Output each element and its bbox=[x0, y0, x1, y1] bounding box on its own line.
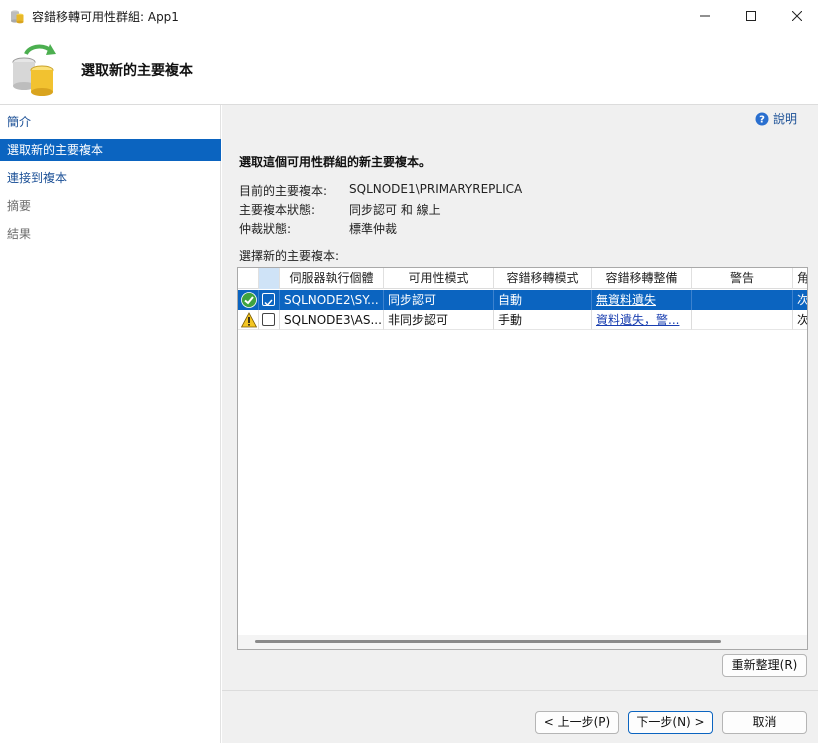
primary-state-label: 主要複本狀態: bbox=[239, 203, 316, 217]
help-link[interactable]: ? 說明 bbox=[755, 110, 797, 127]
column-header-failover-mode[interactable]: 容錯移轉模式 bbox=[494, 268, 592, 289]
nav-item-introduction[interactable]: 簡介 bbox=[0, 111, 221, 133]
page-title: 選取新的主要複本 bbox=[81, 63, 193, 79]
failover-mode-cell: 自動 bbox=[494, 290, 592, 310]
warning-cell bbox=[692, 290, 793, 310]
availability-cell: 非同步認可 bbox=[384, 310, 494, 330]
close-button[interactable] bbox=[774, 0, 818, 32]
close-icon bbox=[792, 11, 802, 21]
back-button[interactable]: < 上一步(P) bbox=[535, 711, 619, 734]
nav-item-summary: 摘要 bbox=[7, 199, 32, 213]
table-row[interactable]: SQLNODE2\SY... 同步認可 自動 無資料遺失 次 bbox=[238, 290, 808, 310]
nav-item-connect-replicas[interactable]: 連接到複本 bbox=[0, 167, 221, 189]
column-header-status[interactable] bbox=[238, 268, 259, 289]
svg-text:?: ? bbox=[759, 114, 765, 125]
column-header-select[interactable] bbox=[259, 268, 280, 289]
grid-label: 選擇新的主要複本: bbox=[239, 249, 340, 263]
refresh-button[interactable]: 重新整理(R) bbox=[722, 654, 807, 677]
warning-cell bbox=[692, 310, 793, 330]
readiness-link[interactable]: 資料遺失，警... bbox=[592, 310, 692, 330]
title-bar: 容錯移轉可用性群組: App1 bbox=[0, 0, 818, 32]
minimize-button[interactable] bbox=[682, 0, 728, 32]
replica-grid: 伺服器執行個體 可用性模式 容錯移轉模式 容錯移轉整備 警告 角 SQLNODE… bbox=[237, 267, 808, 650]
window-title: 容錯移轉可用性群組: App1 bbox=[32, 10, 179, 24]
wizard-steps-nav: 簡介 選取新的主要複本 連接到複本 摘要 結果 bbox=[0, 105, 221, 743]
role-cell: 次 bbox=[797, 293, 808, 307]
server-cell: SQLNODE2\SY... bbox=[280, 290, 384, 310]
cancel-button[interactable]: 取消 bbox=[722, 711, 807, 734]
section-heading: 選取這個可用性群組的新主要複本。 bbox=[239, 155, 432, 169]
success-check-icon bbox=[241, 292, 257, 308]
next-button[interactable]: 下一步(N) > bbox=[628, 711, 713, 734]
server-cell: SQLNODE3\AS... bbox=[280, 310, 384, 330]
current-primary-value: SQLNODE1\PRIMARYREPLICA bbox=[349, 182, 523, 196]
replica-select-checkbox[interactable] bbox=[262, 313, 275, 326]
minimize-icon bbox=[700, 15, 710, 17]
primary-state-value: 同步認可 和 線上 bbox=[349, 203, 441, 217]
wizard-banner: 選取新的主要複本 bbox=[0, 32, 818, 105]
warning-triangle-icon bbox=[241, 312, 257, 328]
failover-mode-cell: 手動 bbox=[494, 310, 592, 330]
maximize-button[interactable] bbox=[728, 0, 774, 32]
quorum-status-value: 標準仲裁 bbox=[349, 222, 398, 236]
app-database-icon bbox=[11, 10, 24, 24]
help-icon: ? bbox=[755, 112, 769, 125]
maximize-icon bbox=[746, 11, 756, 21]
replica-select-checkbox[interactable] bbox=[262, 293, 275, 307]
footer-divider bbox=[222, 690, 818, 691]
horizontal-scrollbar[interactable] bbox=[238, 635, 807, 649]
quorum-status-label: 仲裁狀態: bbox=[239, 222, 292, 236]
readiness-link[interactable]: 無資料遺失 bbox=[592, 290, 692, 310]
role-cell: 次 bbox=[793, 310, 807, 330]
column-header-server[interactable]: 伺服器執行個體 bbox=[280, 268, 384, 289]
column-header-readiness[interactable]: 容錯移轉整備 bbox=[592, 268, 692, 289]
column-header-role[interactable]: 角 bbox=[793, 268, 807, 289]
scrollbar-thumb[interactable] bbox=[255, 640, 721, 643]
current-primary-label: 目前的主要複本: bbox=[239, 184, 328, 198]
column-header-availability[interactable]: 可用性模式 bbox=[384, 268, 494, 289]
main-panel: ? 說明 選取這個可用性群組的新主要複本。 目前的主要複本: SQLNODE1\… bbox=[222, 105, 818, 743]
checkmark-icon bbox=[264, 299, 273, 307]
nav-item-results: 結果 bbox=[7, 227, 32, 241]
availability-cell: 同步認可 bbox=[384, 290, 494, 310]
table-row[interactable]: SQLNODE3\AS... 非同步認可 手動 資料遺失，警... 次 bbox=[238, 310, 807, 330]
column-header-warning[interactable]: 警告 bbox=[692, 268, 793, 289]
database-failover-icon bbox=[12, 44, 56, 96]
grid-header: 伺服器執行個體 可用性模式 容錯移轉模式 容錯移轉整備 警告 角 bbox=[238, 268, 807, 289]
help-label: 說明 bbox=[773, 112, 798, 126]
nav-item-select-primary[interactable]: 選取新的主要複本 bbox=[0, 139, 221, 161]
